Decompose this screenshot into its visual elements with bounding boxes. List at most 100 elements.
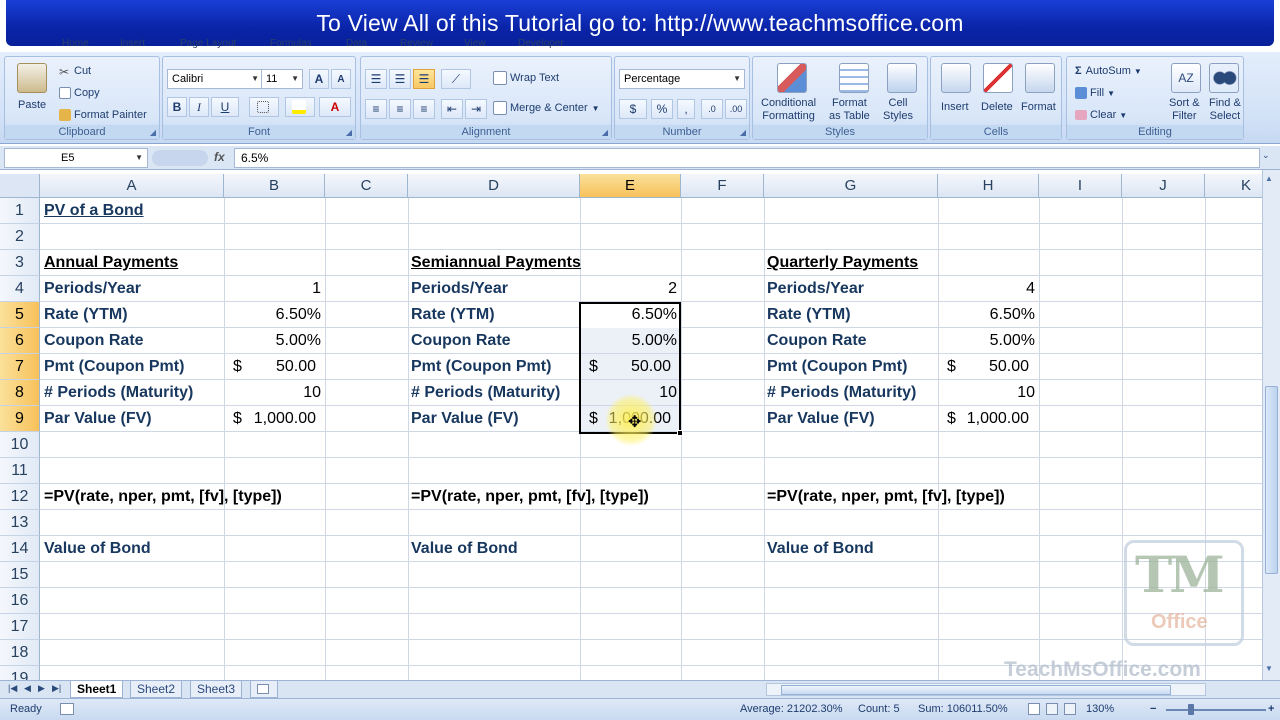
tab-formulas[interactable]: Formulas — [270, 38, 312, 49]
cell-h8[interactable]: 10 — [940, 380, 1035, 406]
clear-button[interactable]: Clear ▼ — [1075, 109, 1127, 121]
first-sheet-icon[interactable]: |◀ — [8, 683, 17, 694]
row-header[interactable]: 18 — [0, 640, 40, 666]
normal-view-icon[interactable] — [1028, 703, 1040, 715]
row-header[interactable]: 4 — [0, 276, 40, 302]
scroll-thumb[interactable] — [1265, 386, 1278, 574]
cell-g9[interactable]: Par Value (FV) — [767, 406, 875, 432]
cell-b9[interactable]: 1,000.00 — [226, 406, 316, 432]
row-header[interactable]: 5 — [0, 302, 40, 328]
percent-button[interactable]: % — [651, 99, 673, 119]
worksheet-grid[interactable]: A B C D E F G H I J K 1 2 3 4 5 6 7 8 9 … — [0, 174, 1262, 680]
cell-a14[interactable]: Value of Bond — [44, 536, 151, 562]
column-header[interactable]: I — [1039, 174, 1122, 198]
insert-sheet-button[interactable] — [250, 681, 278, 698]
fill-color-button[interactable] — [285, 97, 315, 117]
row-header[interactable]: 1 — [0, 198, 40, 224]
cell-e5[interactable]: 6.50% — [582, 302, 677, 328]
align-center-button[interactable]: ≡ — [389, 99, 411, 119]
cell-a1[interactable]: PV of a Bond — [44, 198, 144, 224]
vertical-scrollbar[interactable]: ▲ ▼ — [1262, 170, 1280, 680]
font-size-select[interactable]: 11 ▼ — [261, 69, 303, 89]
macro-record-icon[interactable] — [60, 703, 74, 715]
shrink-font-button[interactable]: A — [331, 69, 351, 89]
cell-e7[interactable]: 50.00 — [582, 354, 671, 380]
cell-g12[interactable]: =PV(rate, nper, pmt, [fv], [type]) — [767, 484, 1005, 510]
row-header[interactable]: 7 — [0, 354, 40, 380]
underline-button[interactable]: U — [211, 97, 239, 117]
cell-a6[interactable]: Coupon Rate — [44, 328, 144, 354]
cell-b8[interactable]: 10 — [226, 380, 321, 406]
row-header[interactable]: 8 — [0, 380, 40, 406]
column-header[interactable]: D — [408, 174, 580, 198]
number-format-select[interactable]: Percentage ▼ — [619, 69, 745, 89]
copy-button[interactable]: Copy — [59, 87, 100, 99]
column-header[interactable]: H — [938, 174, 1039, 198]
column-header[interactable]: J — [1122, 174, 1205, 198]
zoom-slider[interactable] — [1166, 709, 1266, 711]
row-header[interactable]: 12 — [0, 484, 40, 510]
cell-styles-button[interactable]: Cell Styles — [883, 97, 913, 123]
cell-d8[interactable]: # Periods (Maturity) — [411, 380, 560, 406]
row-header[interactable]: 9 — [0, 406, 40, 432]
format-button[interactable]: Format — [1021, 101, 1056, 113]
cell-g8[interactable]: # Periods (Maturity) — [767, 380, 916, 406]
row-header[interactable]: 14 — [0, 536, 40, 562]
borders-button[interactable] — [249, 97, 279, 117]
cell-a7[interactable]: Pmt (Coupon Pmt) — [44, 354, 184, 380]
last-sheet-icon[interactable]: ▶| — [52, 683, 61, 694]
cell-h9[interactable]: 1,000.00 — [940, 406, 1029, 432]
autosum-button[interactable]: Σ AutoSum ▼ — [1075, 65, 1142, 77]
cell-d4[interactable]: Periods/Year — [411, 276, 508, 302]
font-color-button[interactable]: A — [319, 97, 351, 117]
cell-b4[interactable]: 1 — [226, 276, 321, 302]
cell-b7[interactable]: 50.00 — [226, 354, 316, 380]
italic-button[interactable]: I — [189, 97, 209, 117]
row-header[interactable]: 15 — [0, 562, 40, 588]
sheet-tab-sheet2[interactable]: Sheet2 — [130, 681, 183, 698]
cell-g4[interactable]: Periods/Year — [767, 276, 864, 302]
cell-a3[interactable]: Annual Payments — [44, 250, 178, 276]
column-header[interactable]: B — [224, 174, 325, 198]
cell-d5[interactable]: Rate (YTM) — [411, 302, 495, 328]
comma-button[interactable]: , — [677, 99, 695, 119]
column-header[interactable]: F — [681, 174, 764, 198]
cut-button[interactable]: ✂ Cut — [59, 65, 91, 79]
expand-formula-icon[interactable]: ⌄ — [1262, 150, 1270, 161]
cell-a9[interactable]: Par Value (FV) — [44, 406, 152, 432]
cell-b5[interactable]: 6.50% — [226, 302, 321, 328]
fill-button[interactable]: Fill ▼ — [1075, 87, 1115, 99]
column-header[interactable]: C — [325, 174, 408, 198]
scroll-thumb[interactable] — [781, 685, 1171, 695]
zoom-slider-thumb[interactable] — [1188, 704, 1194, 715]
tab-data[interactable]: Data — [346, 38, 367, 49]
dialog-launcher-icon[interactable]: ◢ — [602, 128, 608, 137]
merge-center-button[interactable]: Merge & Center ▼ — [493, 101, 600, 115]
decrease-indent-button[interactable]: ⇤ — [441, 99, 463, 119]
column-header[interactable]: E — [580, 174, 681, 198]
dialog-launcher-icon[interactable]: ◢ — [346, 128, 352, 137]
align-top-button[interactable]: ☰ — [365, 69, 387, 89]
fill-handle[interactable] — [677, 430, 683, 436]
paste-button[interactable]: Paste — [18, 99, 46, 111]
next-sheet-icon[interactable]: ▶ — [38, 683, 45, 694]
tab-home[interactable]: Home — [62, 38, 89, 49]
cell-h7[interactable]: 50.00 — [940, 354, 1029, 380]
delete-button[interactable]: Delete — [981, 101, 1013, 113]
insert-button[interactable]: Insert — [941, 101, 969, 113]
scroll-down-icon[interactable]: ▼ — [1265, 664, 1273, 673]
increase-indent-button[interactable]: ⇥ — [465, 99, 487, 119]
select-all-corner[interactable] — [0, 174, 40, 198]
align-middle-button[interactable]: ☰ — [389, 69, 411, 89]
format-as-table-button[interactable]: Format as Table — [829, 97, 870, 123]
orientation-button[interactable]: ⟋ — [441, 69, 471, 89]
formula-input[interactable]: 6.5% — [234, 148, 1260, 168]
prev-sheet-icon[interactable]: ◀ — [24, 683, 31, 694]
zoom-out-icon[interactable]: − — [1150, 703, 1156, 715]
currency-button[interactable]: $ — [619, 99, 647, 119]
sheet-tab-sheet1[interactable]: Sheet1 — [70, 681, 124, 698]
cell-d9[interactable]: Par Value (FV) — [411, 406, 519, 432]
name-box[interactable]: E5 ▼ — [4, 148, 148, 168]
tab-view[interactable]: View — [464, 38, 486, 49]
cell-b6[interactable]: 5.00% — [226, 328, 321, 354]
